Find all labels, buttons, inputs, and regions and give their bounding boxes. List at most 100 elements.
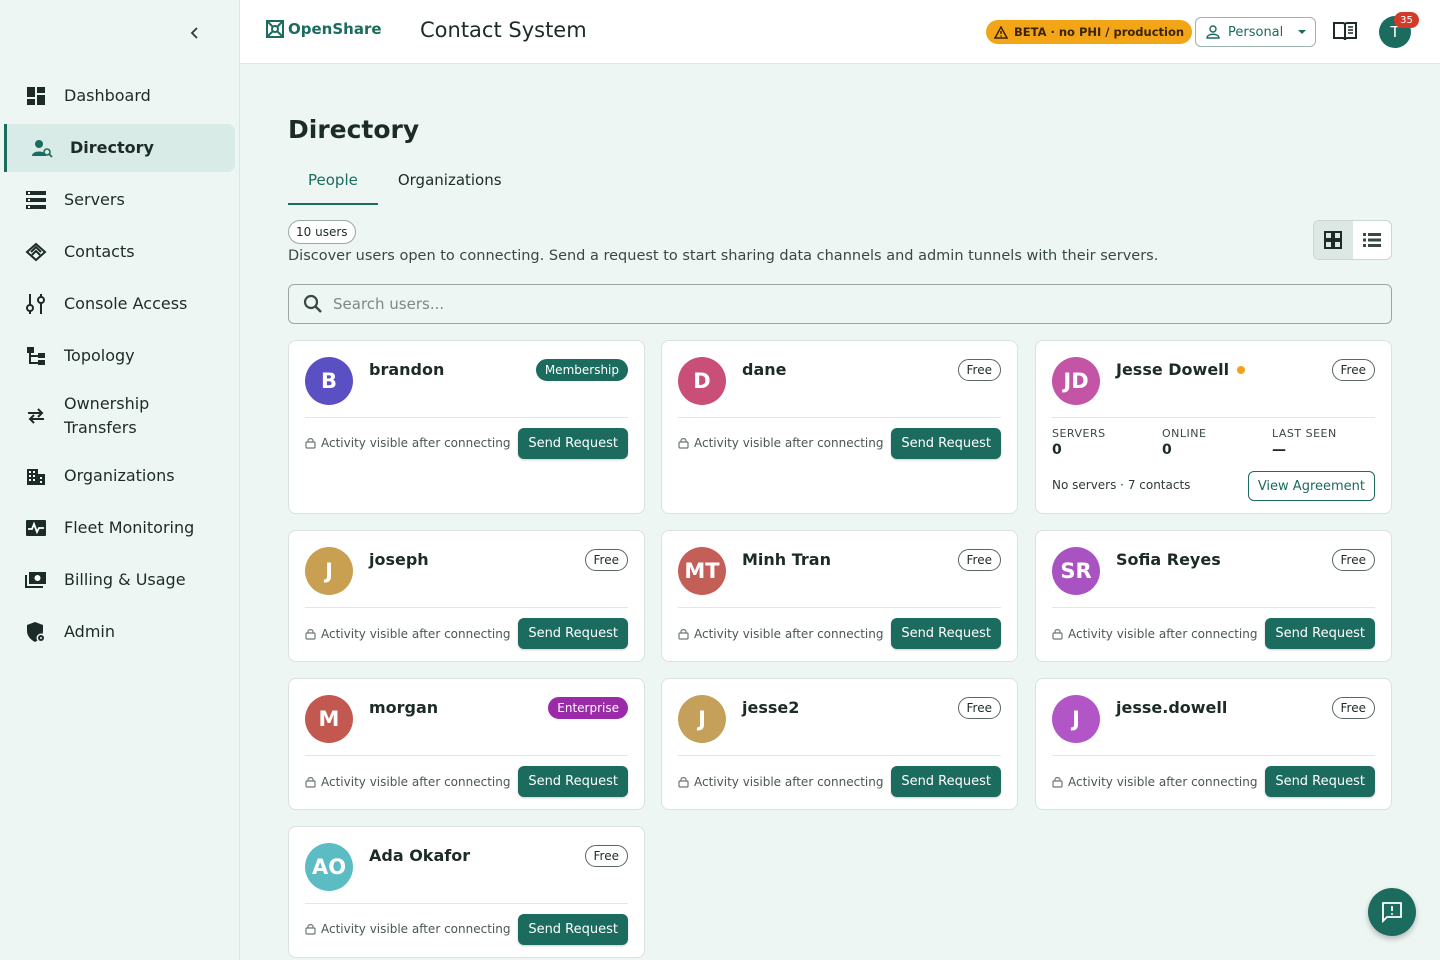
avatar: D	[678, 357, 726, 405]
plan-badge: Free	[1331, 359, 1375, 381]
send-request-button[interactable]: Send Request	[891, 766, 1001, 797]
feedback-icon	[1382, 902, 1402, 923]
view-agreement-button[interactable]: View Agreement	[1247, 471, 1375, 501]
stat-last-seen: LAST SEEN —	[1272, 427, 1382, 458]
user-name: Jesse Dowell	[1116, 360, 1246, 379]
user-name: jesse2	[742, 698, 800, 717]
plan-badge: Free	[584, 549, 628, 571]
send-request-button[interactable]: Send Request	[891, 618, 1001, 649]
lock-icon	[305, 629, 316, 640]
divider	[678, 417, 1001, 418]
person-icon	[1206, 25, 1220, 39]
activity-hint-text: Activity visible after connecting	[321, 775, 511, 789]
send-request-button[interactable]: Send Request	[518, 914, 628, 945]
main-content: Directory People Organizations 10 users …	[240, 65, 1440, 960]
lock-icon	[1052, 629, 1063, 640]
feedback-button[interactable]	[1368, 888, 1416, 936]
sidebar-item-billing[interactable]: Billing & Usage	[0, 556, 240, 604]
send-request-button[interactable]: Send Request	[891, 428, 1001, 459]
activity-hint-text: Activity visible after connecting	[321, 436, 511, 450]
avatar: SR	[1052, 547, 1100, 595]
beta-label: BETA · no PHI / production	[1014, 25, 1185, 39]
sidebar-item-admin[interactable]: Admin	[0, 608, 240, 656]
directory-icon	[30, 136, 54, 160]
account-selector[interactable]: Personal	[1195, 17, 1316, 47]
activity-hint-text: Activity visible after connecting	[694, 775, 884, 789]
sidebar-item-label: Directory	[70, 138, 154, 157]
collapse-sidebar-button[interactable]	[182, 20, 208, 46]
activity-hint: Activity visible after connecting	[678, 436, 883, 450]
sidebar-item-directory[interactable]: Directory	[4, 124, 235, 172]
avatar: B	[305, 357, 353, 405]
sidebar: Dashboard Directory Servers Contacts Con…	[0, 0, 240, 960]
contact-summary: No servers · 7 contacts	[1052, 478, 1191, 492]
divider	[1052, 755, 1375, 756]
sidebar-item-label: Billing & Usage	[64, 570, 186, 589]
billing-icon	[24, 568, 48, 592]
notification-badge[interactable]: 35	[1394, 12, 1419, 28]
activity-hint-text: Activity visible after connecting	[1068, 627, 1258, 641]
tab-people[interactable]: People	[288, 163, 378, 205]
sidebar-item-label: Contacts	[64, 242, 135, 261]
activity-hint-text: Activity visible after connecting	[321, 627, 511, 641]
divider	[1052, 607, 1375, 608]
sidebar-item-servers[interactable]: Servers	[0, 176, 240, 224]
stat-label: SERVERS	[1052, 427, 1106, 440]
view-toggle	[1313, 220, 1392, 260]
account-selector-label: Personal	[1228, 24, 1284, 40]
user-card: J joseph Free Activity visible after con…	[288, 530, 645, 662]
sidebar-item-contacts[interactable]: Contacts	[0, 228, 240, 276]
sidebar-item-label: Dashboard	[64, 86, 151, 105]
brand-logo[interactable]: OpenShare	[266, 20, 382, 38]
tab-organizations[interactable]: Organizations	[378, 163, 522, 205]
search-input[interactable]	[333, 295, 1333, 313]
avatar: J	[678, 695, 726, 743]
sidebar-item-fleet-monitoring[interactable]: Fleet Monitoring	[0, 504, 240, 552]
user-name: Minh Tran	[742, 550, 831, 569]
sidebar-item-label: Fleet Monitoring	[64, 518, 195, 537]
send-request-button[interactable]: Send Request	[1265, 618, 1375, 649]
brand-name: OpenShare	[288, 20, 382, 38]
activity-hint: Activity visible after connecting	[305, 775, 510, 789]
user-name: Ada Okafor	[369, 846, 471, 865]
stat-value: 0	[1162, 442, 1172, 458]
caret-down-icon	[1298, 30, 1306, 34]
sidebar-item-organizations[interactable]: Organizations	[0, 452, 240, 500]
plan-badge: Free	[1331, 549, 1375, 571]
directory-description: Discover users open to connecting. Send …	[288, 248, 1159, 264]
beta-badge: BETA · no PHI / production	[986, 20, 1193, 44]
chevron-left-icon	[190, 27, 198, 39]
send-request-button[interactable]: Send Request	[518, 766, 628, 797]
user-card: B brandon Membership Activity visible af…	[288, 340, 645, 514]
page-title: Directory	[288, 115, 420, 144]
list-view-button[interactable]	[1353, 221, 1392, 259]
send-request-button[interactable]: Send Request	[1265, 766, 1375, 797]
transfer-icon	[24, 404, 48, 428]
sidebar-item-topology[interactable]: Topology	[0, 332, 240, 380]
avatar: MT	[678, 547, 726, 595]
sidebar-item-console-access[interactable]: Console Access	[0, 280, 240, 328]
activity-hint-text: Activity visible after connecting	[694, 436, 884, 450]
activity-hint-text: Activity visible after connecting	[694, 627, 884, 641]
divider	[305, 903, 628, 904]
plan-badge: Membership	[535, 359, 628, 381]
search-icon	[303, 294, 322, 313]
user-name: brandon	[369, 360, 445, 379]
sidebar-item-ownership-transfers[interactable]: Ownership Transfers	[0, 384, 240, 448]
grid-view-button[interactable]	[1314, 221, 1353, 259]
search-bar	[288, 284, 1392, 324]
avatar: J	[1052, 695, 1100, 743]
send-request-button[interactable]: Send Request	[518, 428, 628, 459]
divider	[305, 755, 628, 756]
servers-icon	[24, 188, 48, 212]
lock-icon	[305, 924, 316, 935]
send-request-button[interactable]: Send Request	[518, 618, 628, 649]
sidebar-item-label: Topology	[64, 346, 135, 365]
user-name: dane	[742, 360, 787, 379]
activity-hint: Activity visible after connecting	[1052, 775, 1257, 789]
docs-icon[interactable]	[1332, 20, 1358, 46]
list-view-icon	[1362, 233, 1381, 247]
sidebar-item-dashboard[interactable]: Dashboard	[0, 72, 240, 120]
user-card: AO Ada Okafor Free Activity visible afte…	[288, 826, 645, 958]
topology-icon	[24, 344, 48, 368]
